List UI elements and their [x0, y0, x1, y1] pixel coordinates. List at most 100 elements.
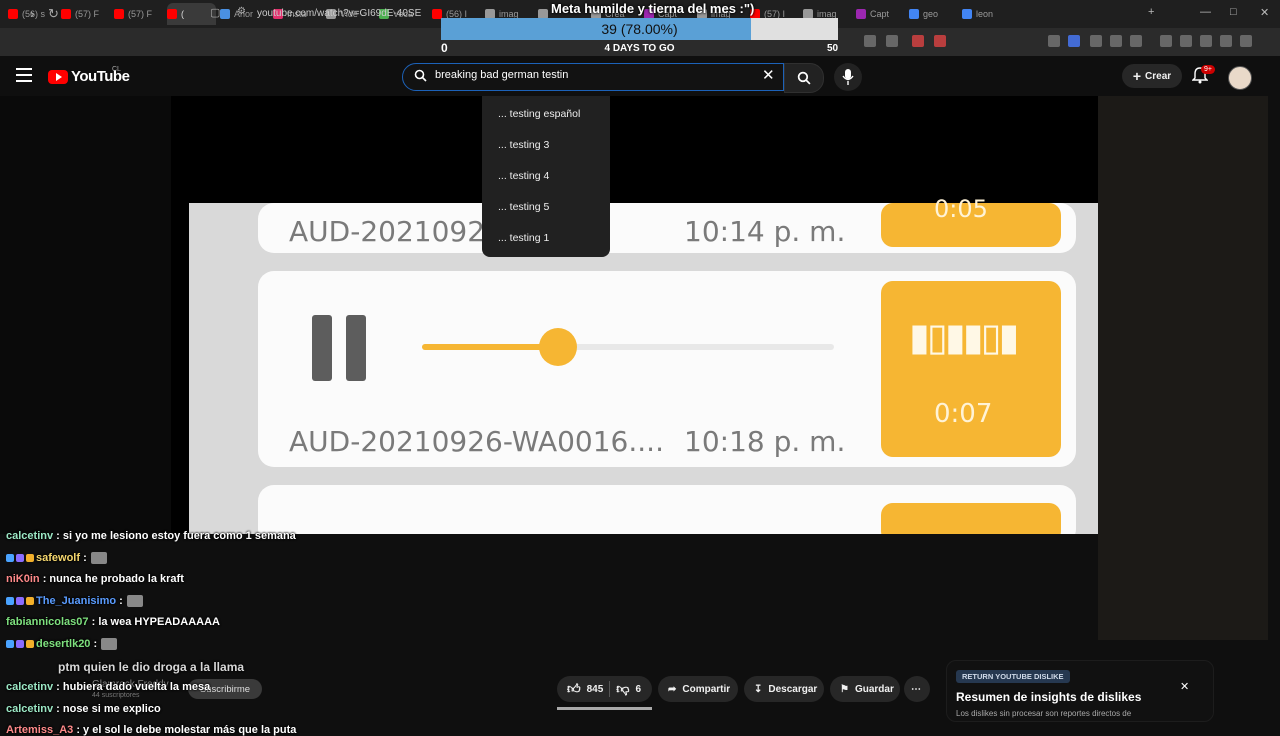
- audio-progress-knob: [539, 328, 577, 366]
- audio-filename: AUD-20210926-WA0016....: [289, 425, 664, 458]
- chat-emote-icon: [90, 551, 107, 564]
- reload-icon[interactable]: ↻: [48, 6, 59, 22]
- extension-icon[interactable]: [1130, 35, 1142, 47]
- create-button[interactable]: + Crear: [1122, 64, 1182, 88]
- browser-tab[interactable]: (57) F: [114, 3, 163, 25]
- search-box[interactable]: [402, 63, 784, 91]
- chat-badge-icon: [26, 640, 34, 649]
- search-button[interactable]: [784, 63, 824, 93]
- chat-message: ptm quien le dio droga a la llama: [58, 660, 244, 674]
- close-icon[interactable]: ✕: [1180, 680, 1189, 693]
- search-input[interactable]: [433, 68, 757, 82]
- suggestion-item[interactable]: ... testing 1: [498, 232, 549, 244]
- chat-username[interactable]: calcetinv: [6, 703, 53, 715]
- close-window-button[interactable]: ✕: [1260, 6, 1269, 19]
- search-icon: [797, 71, 811, 85]
- suggestion-item[interactable]: ... testing 5: [498, 201, 549, 213]
- chat-badge-icon: [6, 553, 14, 562]
- chat-text: : hubiera dado vuelta la mesa: [56, 681, 211, 694]
- chat-message: The_Juanisimo :: [6, 595, 143, 607]
- translate-icon[interactable]: [1048, 35, 1060, 47]
- chat-username[interactable]: Artemiss_A3: [6, 724, 73, 736]
- wallet-icon[interactable]: [1200, 35, 1212, 47]
- tab-favicon-icon: [167, 9, 177, 19]
- audio-waveform-thumbnail: [881, 503, 1061, 534]
- thumbs-down-icon[interactable]: 👎︎: [616, 681, 629, 697]
- theater-background-left: [0, 96, 171, 534]
- audio-duration: 0:05: [934, 195, 988, 223]
- sidebar-icon[interactable]: [1180, 35, 1192, 47]
- save-label: Guardar: [854, 683, 894, 695]
- audio-filename: AUD-2021092: [289, 215, 486, 248]
- chat-text: :: [119, 594, 123, 607]
- forward-icon[interactable]: ›: [30, 6, 34, 21]
- voice-search-button[interactable]: [834, 63, 862, 91]
- like-ratio-bar: [557, 707, 652, 710]
- url-text[interactable]: youtube.com/watch?v=GI69dE-40SE: [257, 8, 421, 19]
- chat-message: calcetinv : nose si me explico: [6, 703, 161, 715]
- chat-text: :: [93, 638, 98, 650]
- hamburger-menu-icon[interactable]: [16, 68, 32, 82]
- browser-tab[interactable]: geo: [909, 3, 958, 25]
- clear-search-icon[interactable]: ✕: [762, 66, 775, 84]
- chat-message: safewolf :: [6, 552, 107, 564]
- tab-label: (57) F: [128, 9, 153, 19]
- download-button[interactable]: ↧ Descargar: [744, 676, 824, 702]
- more-actions-button[interactable]: ⋯: [904, 676, 930, 702]
- chat-username[interactable]: calcetinv: [6, 681, 53, 693]
- extension-icon[interactable]: [1090, 35, 1102, 47]
- tab-label: Capt: [870, 9, 890, 19]
- thumbs-up-icon[interactable]: 👍︎: [567, 681, 581, 697]
- save-button[interactable]: ⚑ Guardar: [830, 676, 900, 702]
- tab-label: leon: [976, 9, 994, 19]
- chat-message: fabiannicolas07 : la wea HYPEADAAAAA: [6, 616, 220, 628]
- site-info-icon[interactable]: ⚙: [237, 6, 246, 17]
- extension-icon[interactable]: [886, 35, 898, 47]
- chat-username[interactable]: fabiannicolas07: [6, 616, 89, 628]
- browser-tab[interactable]: (: [167, 3, 216, 25]
- chat-username[interactable]: niK0in: [6, 573, 40, 585]
- chat-username[interactable]: safewolf: [36, 552, 80, 564]
- chat-badge-icon: [6, 640, 14, 649]
- new-tab-button[interactable]: +: [1148, 6, 1154, 18]
- like-dislike-group: 👍︎ 845 👎︎ 6: [557, 676, 652, 702]
- maximize-button[interactable]: □: [1230, 6, 1237, 18]
- audio-waveform-thumbnail: [881, 281, 1061, 457]
- extension-icon[interactable]: [864, 35, 876, 47]
- minimize-button[interactable]: —: [1200, 6, 1211, 18]
- browser-tab[interactable]: Capt: [856, 3, 905, 25]
- download-label: Descargar: [768, 683, 818, 695]
- music-icon[interactable]: [1160, 35, 1172, 47]
- audio-duration: 0:07: [934, 399, 993, 429]
- account-avatar[interactable]: [1228, 66, 1252, 90]
- video-player[interactable]: AUD-2021092 10:14 p. m. 0:05 ▮▯▮▮▯▮ 0:07…: [171, 96, 1098, 534]
- tab-label: geo: [923, 9, 939, 19]
- suggestion-item[interactable]: ... testing 4: [498, 170, 549, 182]
- tab-favicon-icon: [909, 9, 919, 19]
- rydb-tag: RETURN YOUTUBE DISLIKE: [956, 670, 1070, 683]
- chat-username[interactable]: calcetinv: [6, 530, 53, 542]
- country-code: CL: [112, 66, 121, 73]
- suggestion-item[interactable]: ... testing 3: [498, 139, 549, 151]
- chat-text: : si yo me lesiono estoy fuera como 1 se…: [56, 530, 296, 542]
- leo-icon[interactable]: [1220, 35, 1232, 47]
- audio-progress-fill: [422, 344, 557, 350]
- browser-tab[interactable]: leon: [962, 3, 1011, 25]
- extension-icon[interactable]: [1110, 35, 1122, 47]
- brave-shield-icon[interactable]: [912, 35, 924, 47]
- chat-badge-icon: [16, 553, 24, 562]
- chat-username[interactable]: The_Juanisimo: [36, 595, 116, 607]
- suggestion-item[interactable]: ... testing español: [498, 108, 580, 120]
- bookmark-icon[interactable]: ▢: [210, 6, 220, 19]
- create-label: Crear: [1145, 70, 1172, 82]
- rewards-icon[interactable]: [934, 35, 946, 47]
- tab-favicon-icon: [220, 9, 230, 19]
- chat-text: ptm quien le dio droga a la llama: [58, 659, 245, 674]
- browser-tab[interactable]: (57) F: [61, 3, 110, 25]
- extension-icon[interactable]: [1068, 35, 1080, 47]
- chat-username[interactable]: desertlk20: [36, 638, 90, 650]
- goal-days-left: 4 DAYS TO GO: [604, 43, 675, 54]
- vpn-icon[interactable]: [1240, 35, 1252, 47]
- share-button[interactable]: ➦ Compartir: [658, 676, 738, 702]
- like-count[interactable]: 845: [587, 684, 604, 695]
